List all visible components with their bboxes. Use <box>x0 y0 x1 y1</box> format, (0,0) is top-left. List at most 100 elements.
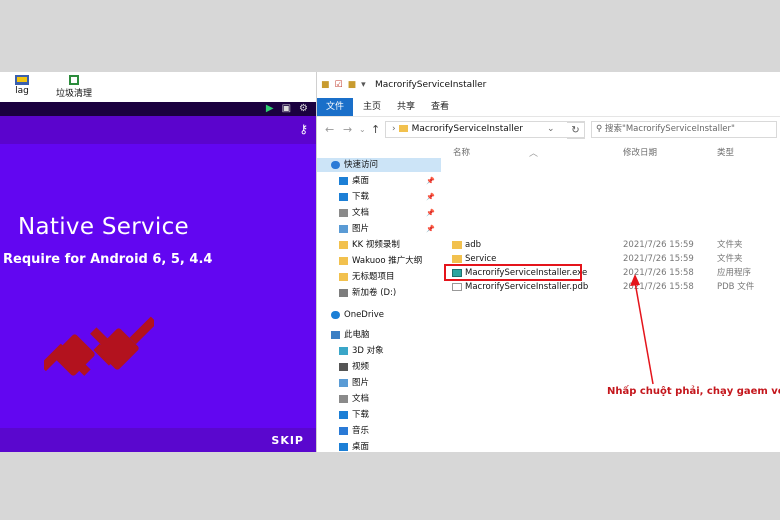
skip-button[interactable]: SKIP <box>271 434 304 447</box>
tab-file[interactable]: 文件 <box>317 98 353 116</box>
folder-icon <box>398 125 408 132</box>
back-icon[interactable]: ← <box>325 123 334 136</box>
sidebar-item-label: 新加卷 (D:) <box>352 288 397 298</box>
sidebar-item-label: 桌面 <box>352 442 370 452</box>
refresh-icon[interactable]: ↻ <box>567 122 585 139</box>
drive-icon <box>339 288 348 297</box>
sidebar-item[interactable]: 桌面 📌 <box>317 174 441 188</box>
file-name: MacrorifyServiceInstaller.pdb <box>465 282 589 292</box>
app-subtitle: Require for Android 6, 5, 4.4 <box>3 252 213 267</box>
sidebar-item-label: 3D 对象 <box>352 346 384 356</box>
search-input[interactable]: ⚲ 搜索"MacrorifyServiceInstaller" <box>591 121 777 138</box>
sidebar-item[interactable]: 新加卷 (D:) <box>317 286 441 300</box>
video-icon <box>339 362 348 371</box>
desktop-shortcut-lag[interactable]: lag <box>14 74 30 96</box>
sidebar-item[interactable]: 图片 📌 <box>317 222 441 236</box>
sidebar-item-label: Wakuoo 推广大纲 <box>352 256 423 266</box>
navigation-pane: 快速访问 桌面 📌 下载 📌 文档 📌 图片 📌 KK 视频录制 Wakuoo 推广大纲 无标题项目新… <box>317 152 441 452</box>
sidebar-item[interactable]: OneDrive <box>317 308 441 322</box>
folder-icon <box>339 256 348 265</box>
document-icon <box>339 394 348 403</box>
sidebar-item-label: 快速访问 <box>344 160 379 170</box>
sidebar-item[interactable]: 3D 对象 <box>317 344 441 358</box>
new-folder-icon[interactable]: ■ <box>348 80 357 90</box>
column-header-date[interactable]: 修改日期 <box>623 146 657 158</box>
sidebar-item-label: OneDrive <box>344 310 384 320</box>
sidebar-item[interactable]: 下载 📌 <box>317 190 441 204</box>
address-bar[interactable]: › MacrorifyServiceInstaller <box>385 121 585 138</box>
desktop-strip: lag 垃圾清理 <box>0 72 316 102</box>
desktop-shortcut-cleanup[interactable]: 垃圾清理 <box>56 74 92 99</box>
sidebar-item[interactable]: 无标题项目 <box>317 270 441 284</box>
sidebar-item[interactable]: 快速访问 <box>317 158 441 172</box>
chevron-down-icon[interactable]: ▾ <box>361 80 366 90</box>
search-placeholder: 搜索"MacrorifyServiceInstaller" <box>604 124 735 134</box>
sidebar-item[interactable]: 下载 <box>317 408 441 422</box>
computer-icon <box>331 330 340 339</box>
annotation-arrow <box>630 274 654 385</box>
file-row[interactable]: MacrorifyServiceInstaller.pdb 2021/7/26 1… <box>441 280 780 294</box>
trash-icon <box>69 75 79 85</box>
sidebar-item[interactable]: 图片 <box>317 376 441 390</box>
pin-icon[interactable]: 📌 <box>426 222 435 236</box>
sidebar-item[interactable]: KK 视频录制 <box>317 238 441 252</box>
pin-icon[interactable]: 📌 <box>426 206 435 220</box>
desktop-shortcut-label: 垃圾清理 <box>56 89 93 99</box>
emulator-titlebar: ▶ ▣ ⚙ <box>0 102 316 116</box>
file-date: 2021/7/26 15:59 <box>623 254 694 264</box>
sidebar-item-label: 视频 <box>352 362 370 372</box>
folder-icon <box>339 240 348 249</box>
app-footer: SKIP <box>0 428 316 452</box>
up-icon[interactable]: ↑ <box>371 123 380 136</box>
picture-icon <box>339 224 348 233</box>
sidebar-item[interactable]: 音乐 <box>317 424 441 438</box>
recent-dropdown-icon[interactable]: ⌄ <box>359 125 366 134</box>
download-icon <box>339 410 348 419</box>
plug-icon <box>44 316 154 376</box>
app-topbar: ⚷ <box>0 116 316 144</box>
address-bar-row: ← → ⌄ ↑ › MacrorifyServiceInstaller ⌄ ↻ ⚲… <box>317 118 780 142</box>
tab-share[interactable]: 共享 <box>389 98 423 116</box>
column-header-type[interactable]: 类型 <box>717 146 734 158</box>
download-icon <box>339 192 348 201</box>
cloud-icon <box>331 310 340 319</box>
sidebar-item-label: 无标题项目 <box>352 272 395 282</box>
screenshot-icon[interactable]: ▣ <box>282 103 291 114</box>
sort-arrow-icon: ︿ <box>529 149 539 159</box>
sidebar-item[interactable]: Wakuoo 推广大纲 <box>317 254 441 268</box>
settings-icon[interactable]: ⚙ <box>299 103 308 114</box>
pin-icon[interactable]: 📌 <box>426 174 435 188</box>
file-explorer-window: ■ ☑ ■ ▾ MacrorifyServiceInstaller 文件 主页 … <box>316 72 780 452</box>
file-type: 应用程序 <box>717 268 752 278</box>
pin-icon[interactable]: 📌 <box>426 190 435 204</box>
file-type: 文件夹 <box>717 240 743 250</box>
properties-icon[interactable]: ☑ <box>335 80 343 90</box>
tab-view[interactable]: 查看 <box>423 98 457 116</box>
file-date: 2021/7/26 15:59 <box>623 240 694 250</box>
key-icon[interactable]: ⚷ <box>299 122 308 136</box>
forward-icon[interactable]: → <box>343 123 352 136</box>
sidebar-item[interactable]: 视频 <box>317 360 441 374</box>
file-icon <box>452 283 462 291</box>
highlight-box <box>444 264 582 281</box>
tab-home[interactable]: 主页 <box>355 98 389 116</box>
address-dropdown-icon[interactable]: ⌄ <box>547 124 555 134</box>
picture-icon <box>339 378 348 387</box>
sidebar-item[interactable]: 文档 📌 <box>317 206 441 220</box>
file-row[interactable]: adb 2021/7/26 15:59 文件夹 <box>441 238 780 252</box>
address-path: MacrorifyServiceInstaller <box>411 124 523 134</box>
music-icon <box>339 426 348 435</box>
annotation-text: Nhấp chuột phải, chạy gaem với quyền Quả… <box>607 386 780 397</box>
desktop-icon <box>339 442 348 451</box>
folder-icon <box>452 241 462 249</box>
file-type: PDB 文件 <box>717 282 755 292</box>
sidebar-item[interactable]: 文档 <box>317 392 441 406</box>
screenshot: lag 垃圾清理 ▶ ▣ ⚙ ⚷ Native Service Require … <box>0 72 780 452</box>
column-header-name[interactable]: 名称 <box>453 146 470 158</box>
sidebar-item[interactable]: 此电脑 <box>317 328 441 342</box>
play-icon[interactable]: ▶ <box>266 103 274 114</box>
sidebar-item[interactable]: 桌面 <box>317 440 441 452</box>
sidebar-item-label: 图片 <box>352 378 370 388</box>
sidebar-item-label: 音乐 <box>352 426 370 436</box>
explorer-titlebar: ■ ☑ ■ ▾ MacrorifyServiceInstaller <box>317 72 780 98</box>
